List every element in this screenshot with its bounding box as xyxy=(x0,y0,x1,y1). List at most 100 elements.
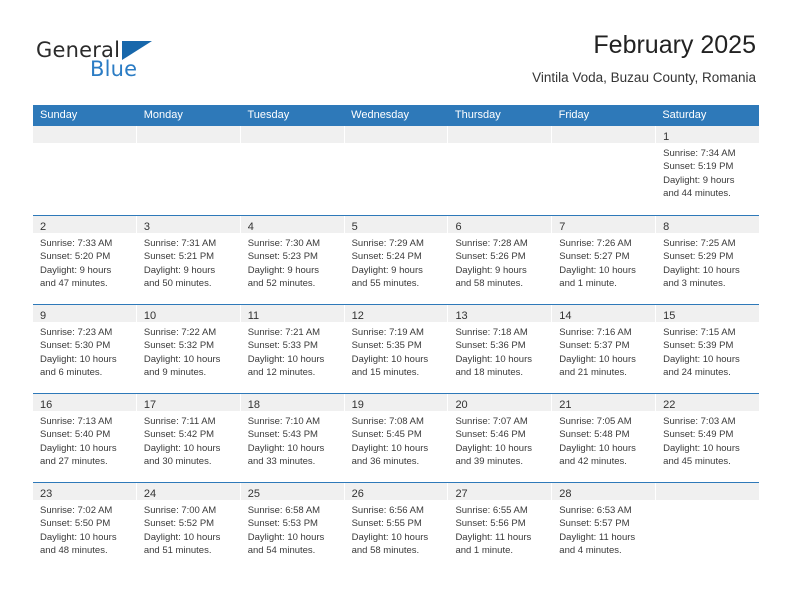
sunrise-text: Sunrise: 6:55 AM xyxy=(455,505,528,516)
calendar-day-cell[interactable]: 5 Sunrise: 7:29 AM Sunset: 5:24 PM Daylight… xyxy=(344,216,449,304)
daylight-text-line1: Daylight: 10 hours xyxy=(351,442,429,454)
day-number-band xyxy=(448,126,552,143)
daylight-text-line1: Daylight: 11 hours xyxy=(559,531,636,543)
day-number-band: 26 xyxy=(344,483,448,500)
day-number-band: 17 xyxy=(136,394,240,411)
calendar-day-cell[interactable]: 21 Sunrise: 7:05 AM Sunset: 5:48 PM Dayligh… xyxy=(552,394,657,482)
day-number: 9 xyxy=(40,310,47,322)
calendar-day-cell[interactable]: 27 Sunrise: 6:55 AM Sunset: 5:56 PM Dayligh… xyxy=(448,483,553,571)
calendar-week-row: 9 Sunrise: 7:23 AM Sunset: 5:30 PM Daylight… xyxy=(33,304,760,393)
daylight-text-line1: Daylight: 10 hours xyxy=(663,264,740,276)
sunrise-text: Sunrise: 7:30 AM xyxy=(247,238,321,249)
day-number: 5 xyxy=(351,221,358,233)
day-number: 27 xyxy=(455,488,468,500)
calendar-day-cell[interactable]: 16 Sunrise: 7:13 AM Sunset: 5:40 PM Dayligh… xyxy=(33,394,137,482)
sunset-text: Sunset: 5:27 PM xyxy=(559,251,630,263)
day-number-band: 7 xyxy=(552,216,656,233)
calendar-day-cell-empty xyxy=(344,126,449,215)
calendar-day-cell[interactable]: 28 Sunrise: 6:53 AM Sunset: 5:57 PM Dayligh… xyxy=(552,483,657,571)
day-sun-info: Sunrise: 7:13 AM Sunset: 5:40 PM Daylight:… xyxy=(33,411,136,469)
daylight-text-line1: Daylight: 9 hours xyxy=(663,174,735,186)
sunrise-text: Sunrise: 7:33 AM xyxy=(40,238,113,249)
day-sun-info: Sunrise: 7:30 AM Sunset: 5:23 PM Daylight:… xyxy=(241,233,344,291)
day-number-band: 3 xyxy=(136,216,240,233)
sunrise-text: Sunrise: 7:13 AM xyxy=(40,416,113,427)
page-title: February 2025 xyxy=(593,31,756,59)
daylight-text-line2: and 1 minute. xyxy=(455,545,514,557)
daylight-text-line2: and 4 minutes. xyxy=(559,545,622,557)
daylight-text-line1: Daylight: 10 hours xyxy=(40,442,117,454)
calendar-day-cell[interactable]: 8 Sunrise: 7:25 AM Sunset: 5:29 PM Daylight… xyxy=(656,216,760,304)
calendar-day-cell[interactable]: 4 Sunrise: 7:30 AM Sunset: 5:23 PM Daylight… xyxy=(240,216,345,304)
calendar-day-cell[interactable]: 3 Sunrise: 7:31 AM Sunset: 5:21 PM Daylight… xyxy=(136,216,241,304)
calendar-day-cell[interactable]: 11 Sunrise: 7:21 AM Sunset: 5:33 PM Dayligh… xyxy=(240,305,345,393)
calendar-day-cell[interactable]: 15 Sunrise: 7:15 AM Sunset: 5:39 PM Dayligh… xyxy=(656,305,760,393)
day-number-band: 27 xyxy=(448,483,552,500)
daylight-text-line2: and 33 minutes. xyxy=(247,456,316,468)
day-sun-info: Sunrise: 7:25 AM Sunset: 5:29 PM Daylight:… xyxy=(656,233,759,291)
day-number-band: 28 xyxy=(552,483,656,500)
calendar-week-row: 2 Sunrise: 7:33 AM Sunset: 5:20 PM Daylight… xyxy=(33,215,760,304)
sunrise-text: Sunrise: 7:05 AM xyxy=(559,416,632,427)
logo-text-blue: Blue xyxy=(90,57,138,81)
daylight-text-line1: Daylight: 10 hours xyxy=(143,531,221,543)
sunrise-text: Sunrise: 7:08 AM xyxy=(351,416,424,427)
daylight-text-line1: Daylight: 9 hours xyxy=(247,264,320,276)
day-number-band: 4 xyxy=(240,216,344,233)
calendar-day-cell[interactable]: 12 Sunrise: 7:19 AM Sunset: 5:35 PM Dayligh… xyxy=(344,305,449,393)
calendar-day-cell[interactable]: 26 Sunrise: 6:56 AM Sunset: 5:55 PM Dayligh… xyxy=(344,483,449,571)
day-sun-info: Sunrise: 7:07 AM Sunset: 5:46 PM Daylight:… xyxy=(448,411,551,469)
daylight-text-line1: Daylight: 10 hours xyxy=(455,442,533,454)
calendar-day-cell[interactable]: 25 Sunrise: 6:58 AM Sunset: 5:53 PM Dayligh… xyxy=(240,483,345,571)
daylight-text-line1: Daylight: 9 hours xyxy=(455,264,527,276)
day-number-band: 10 xyxy=(136,305,240,322)
day-number-band: 19 xyxy=(344,394,448,411)
daylight-text-line1: Daylight: 10 hours xyxy=(40,353,117,365)
calendar-day-cell[interactable]: 17 Sunrise: 7:11 AM Sunset: 5:42 PM Dayligh… xyxy=(136,394,241,482)
daylight-text-line2: and 58 minutes. xyxy=(455,278,524,290)
daylight-text-line1: Daylight: 11 hours xyxy=(455,531,532,543)
day-number-band: 13 xyxy=(448,305,552,322)
day-number-band: 15 xyxy=(656,305,760,322)
day-sun-info: Sunrise: 7:29 AM Sunset: 5:24 PM Daylight:… xyxy=(345,233,448,291)
calendar-day-cell[interactable]: 14 Sunrise: 7:16 AM Sunset: 5:37 PM Dayligh… xyxy=(552,305,657,393)
calendar-day-cell[interactable]: 1 Sunrise: 7:34 AM Sunset: 5:19 PM Daylight… xyxy=(656,126,760,215)
day-number-band xyxy=(552,126,656,143)
calendar-page: General Blue February 2025 Vintila Voda,… xyxy=(0,0,792,612)
calendar-day-cell[interactable]: 23 Sunrise: 7:02 AM Sunset: 5:50 PM Dayligh… xyxy=(33,483,137,571)
daylight-text-line2: and 45 minutes. xyxy=(663,456,731,468)
calendar-day-cell[interactable]: 20 Sunrise: 7:07 AM Sunset: 5:46 PM Dayligh… xyxy=(448,394,553,482)
day-number: 10 xyxy=(143,310,157,322)
page-subtitle: Vintila Voda, Buzau County, Romania xyxy=(532,70,756,85)
day-number: 14 xyxy=(559,310,572,322)
day-number: 2 xyxy=(40,221,47,233)
day-sun-info: Sunrise: 7:33 AM Sunset: 5:20 PM Daylight:… xyxy=(33,233,136,291)
calendar-day-cell[interactable]: 19 Sunrise: 7:08 AM Sunset: 5:45 PM Dayligh… xyxy=(344,394,449,482)
sunset-text: Sunset: 5:48 PM xyxy=(559,429,630,441)
calendar-day-cell[interactable]: 2 Sunrise: 7:33 AM Sunset: 5:20 PM Daylight… xyxy=(33,216,137,304)
day-number: 13 xyxy=(455,310,468,322)
day-number-band xyxy=(33,126,136,143)
weekday-header-sunday: Sunday xyxy=(40,109,78,121)
calendar-day-cell[interactable]: 6 Sunrise: 7:28 AM Sunset: 5:26 PM Daylight… xyxy=(448,216,553,304)
calendar-day-cell[interactable]: 13 Sunrise: 7:18 AM Sunset: 5:36 PM Dayligh… xyxy=(448,305,553,393)
calendar-day-cell-empty xyxy=(240,126,345,215)
calendar-day-cell[interactable]: 22 Sunrise: 7:03 AM Sunset: 5:49 PM Dayligh… xyxy=(656,394,760,482)
day-number-band: 1 xyxy=(656,126,760,143)
sunrise-text: Sunrise: 7:10 AM xyxy=(247,416,321,427)
general-blue-logo[interactable]: General Blue xyxy=(36,38,236,86)
calendar-day-cell[interactable]: 24 Sunrise: 7:00 AM Sunset: 5:52 PM Dayligh… xyxy=(136,483,241,571)
day-number: 15 xyxy=(663,310,676,322)
daylight-text-line1: Daylight: 9 hours xyxy=(351,264,423,276)
calendar-day-cell[interactable]: 18 Sunrise: 7:10 AM Sunset: 5:43 PM Dayligh… xyxy=(240,394,345,482)
daylight-text-line2: and 24 minutes. xyxy=(663,367,731,379)
sunset-text: Sunset: 5:24 PM xyxy=(351,251,422,263)
daylight-text-line1: Daylight: 10 hours xyxy=(351,531,429,543)
day-sun-info: Sunrise: 6:53 AM Sunset: 5:57 PM Daylight:… xyxy=(552,500,655,558)
calendar-day-cell[interactable]: 10 Sunrise: 7:22 AM Sunset: 5:32 PM Dayligh… xyxy=(136,305,241,393)
calendar-day-cell[interactable]: 7 Sunrise: 7:26 AM Sunset: 5:27 PM Daylight… xyxy=(552,216,657,304)
day-sun-info: Sunrise: 7:03 AM Sunset: 5:49 PM Daylight:… xyxy=(656,411,759,469)
day-number: 8 xyxy=(663,221,670,233)
day-number: 24 xyxy=(143,488,157,500)
calendar-day-cell[interactable]: 9 Sunrise: 7:23 AM Sunset: 5:30 PM Daylight… xyxy=(33,305,137,393)
